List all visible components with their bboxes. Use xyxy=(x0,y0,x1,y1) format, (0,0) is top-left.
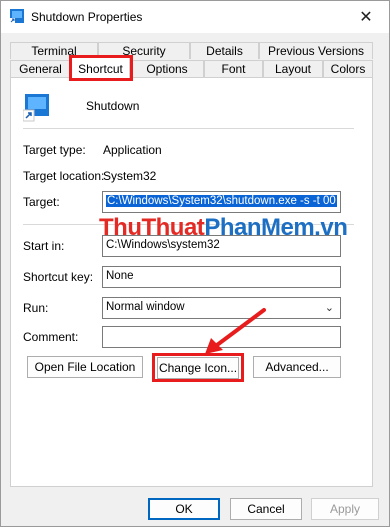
target-label: Target: xyxy=(23,195,60,209)
tab-layout[interactable]: Layout xyxy=(263,60,323,77)
tab-general[interactable]: General xyxy=(10,60,71,77)
run-label: Run: xyxy=(23,301,49,315)
watermark-part-3: .vn xyxy=(314,214,348,241)
shortcut-key-input[interactable]: None xyxy=(102,266,341,288)
start-in-label: Start in: xyxy=(23,239,65,253)
title-bar: Shutdown Properties ✕ xyxy=(1,1,389,33)
run-select-value: Normal window xyxy=(106,301,185,313)
tab-row-top: Terminal Security Details Previous Versi… xyxy=(10,42,373,59)
apply-button[interactable]: Apply xyxy=(311,498,379,520)
target-location-label: Target location: xyxy=(23,169,105,183)
shortcut-name: Shutdown xyxy=(86,99,140,113)
shortcut-tab-highlight xyxy=(69,55,133,81)
tab-font[interactable]: Font xyxy=(204,60,263,77)
change-icon-highlight xyxy=(152,353,244,382)
close-button[interactable]: ✕ xyxy=(343,1,389,33)
shortcut-app-icon xyxy=(10,9,24,23)
properties-window: Shutdown Properties ✕ Terminal Security … xyxy=(0,0,390,527)
red-arrow-icon xyxy=(205,308,266,354)
tab-options[interactable]: Options xyxy=(130,60,204,77)
comment-label: Comment: xyxy=(23,330,79,344)
tab-row-bottom: General Options Font Layout Colors xyxy=(10,60,373,77)
watermark-part-1: ThuThuat xyxy=(99,214,205,241)
target-type-value: Application xyxy=(103,143,162,157)
chevron-down-icon: ⌄ xyxy=(324,302,334,314)
target-input[interactable]: C:\Windows\System32\shutdown.exe -s -t 0… xyxy=(102,191,341,213)
target-location-value: System32 xyxy=(103,169,157,183)
shortcut-key-label: Shortcut key: xyxy=(23,270,94,284)
ok-button[interactable]: OK xyxy=(148,498,220,520)
advanced-button[interactable]: Advanced... xyxy=(253,356,341,378)
tab-colors[interactable]: Colors xyxy=(323,60,373,77)
shortcut-large-icon xyxy=(23,94,49,122)
watermark: ThuThuatPhanMem.vn xyxy=(99,214,348,242)
divider xyxy=(23,128,354,129)
open-file-location-button[interactable]: Open File Location xyxy=(27,356,143,378)
tab-previous-versions[interactable]: Previous Versions xyxy=(259,42,373,59)
tab-details[interactable]: Details xyxy=(190,42,259,59)
cancel-button[interactable]: Cancel xyxy=(230,498,302,520)
close-icon: ✕ xyxy=(359,9,373,26)
target-type-label: Target type: xyxy=(23,143,86,157)
watermark-part-2: PhanMem xyxy=(204,214,315,241)
target-input-selection: C:\Windows\System32\shutdown.exe -s -t 0… xyxy=(106,195,337,207)
window-title: Shutdown Properties xyxy=(31,10,143,24)
